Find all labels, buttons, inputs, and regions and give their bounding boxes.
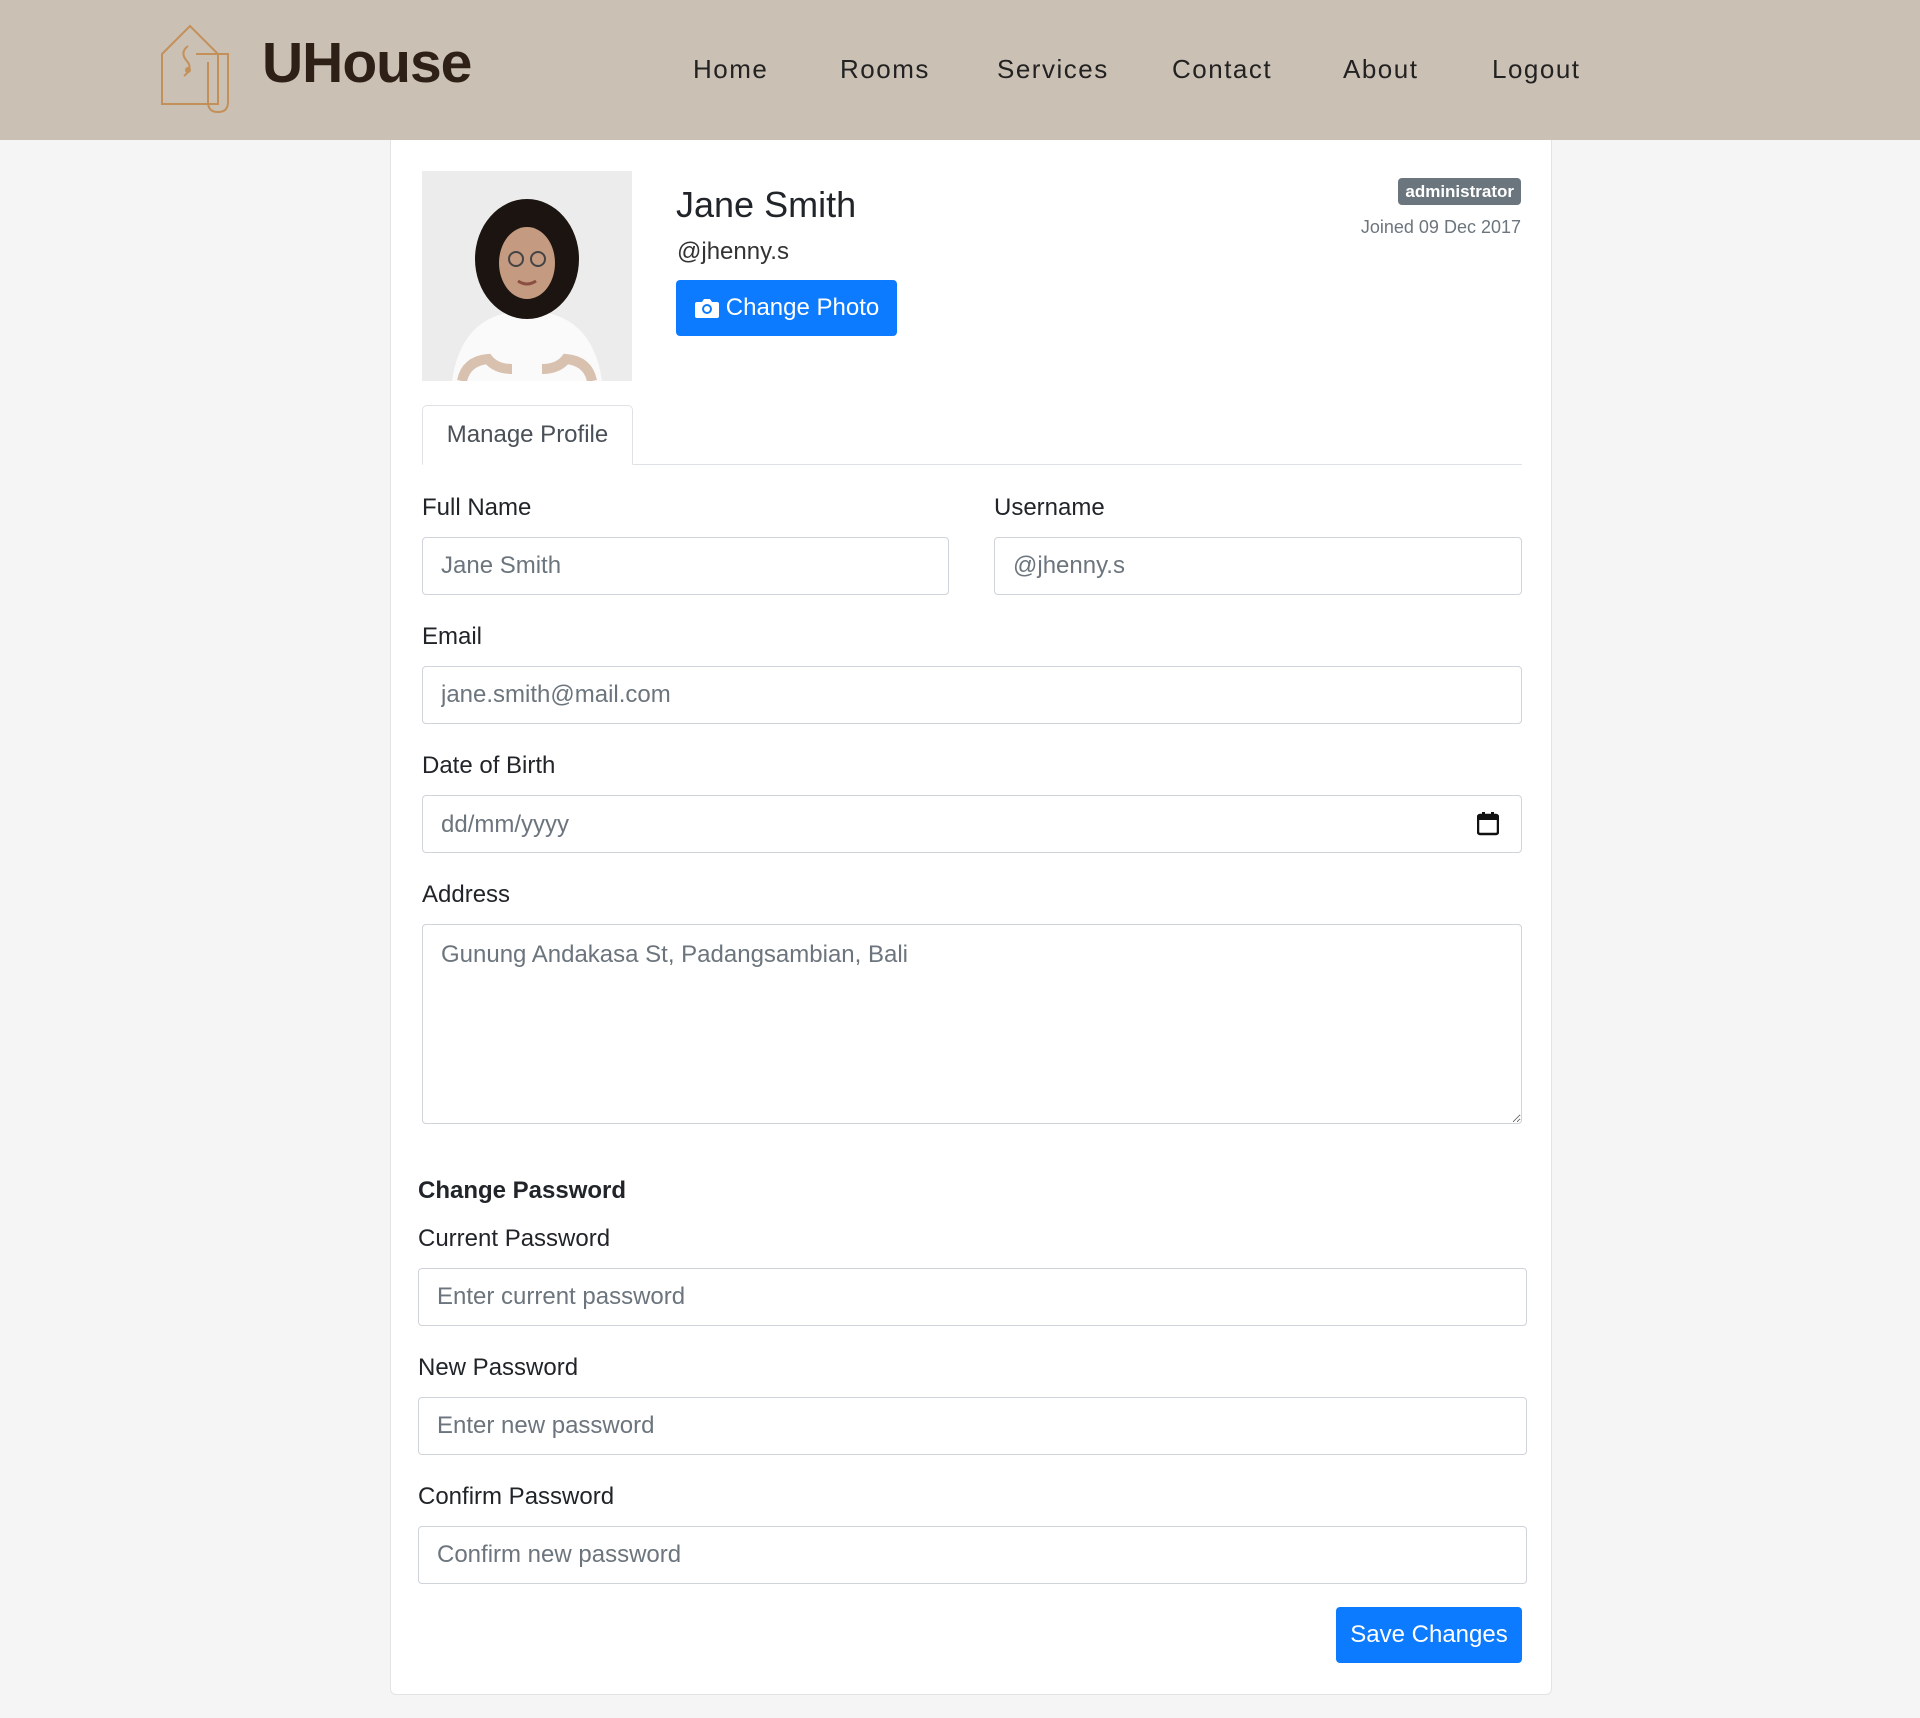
dob-placeholder: dd/mm/yyyy <box>441 811 570 838</box>
current-password-label: Current Password <box>418 1225 611 1252</box>
dob-input[interactable]: dd/mm/yyyy <box>422 795 1522 853</box>
profile-handle: @jhenny.s <box>677 238 789 265</box>
address-label: Address <box>422 881 511 908</box>
profile-card: Jane Smith @jhenny.s Change Photo admini… <box>390 140 1552 1695</box>
joined-date: Joined 09 Dec 2017 <box>1360 217 1521 237</box>
change-password-heading: Change Password <box>418 1177 627 1204</box>
top-navigation-bar: UHouse Home Rooms Services Contact About… <box>0 0 1920 140</box>
profile-name: Jane Smith <box>676 184 857 225</box>
nav-about[interactable]: About <box>1343 54 1418 85</box>
address-textarea[interactable]: Gunung Andakasa St, Padangsambian, Bali <box>422 924 1522 1124</box>
username-label: Username <box>994 494 1105 521</box>
tab-manage-profile[interactable]: Manage Profile <box>422 405 633 465</box>
new-password-input[interactable] <box>418 1397 1527 1455</box>
dob-label: Date of Birth <box>422 752 556 779</box>
change-photo-button[interactable]: Change Photo <box>676 280 897 336</box>
email-input[interactable] <box>422 666 1522 724</box>
nav-contact[interactable]: Contact <box>1172 54 1272 85</box>
confirm-password-label: Confirm Password <box>418 1483 615 1510</box>
nav-services[interactable]: Services <box>997 54 1109 85</box>
camera-icon <box>694 299 719 318</box>
save-changes-button[interactable]: Save Changes <box>1336 1607 1522 1663</box>
role-badge: administrator <box>1398 178 1521 205</box>
calendar-icon[interactable] <box>1477 812 1499 836</box>
nav-logout[interactable]: Logout <box>1492 54 1581 85</box>
nav-home[interactable]: Home <box>693 54 768 85</box>
confirm-password-input[interactable] <box>418 1526 1527 1584</box>
current-password-input[interactable] <box>418 1268 1527 1326</box>
main-nav: Home Rooms Services Contact About Logout <box>0 54 1920 94</box>
nav-rooms[interactable]: Rooms <box>840 54 930 85</box>
profile-photo-illustration <box>422 171 632 381</box>
username-input[interactable] <box>994 537 1522 595</box>
new-password-label: New Password <box>418 1354 579 1381</box>
full-name-input[interactable] <box>422 537 949 595</box>
change-photo-label: Change Photo <box>725 294 880 321</box>
email-label: Email <box>422 623 483 650</box>
full-name-label: Full Name <box>422 494 532 521</box>
avatar <box>422 171 632 381</box>
